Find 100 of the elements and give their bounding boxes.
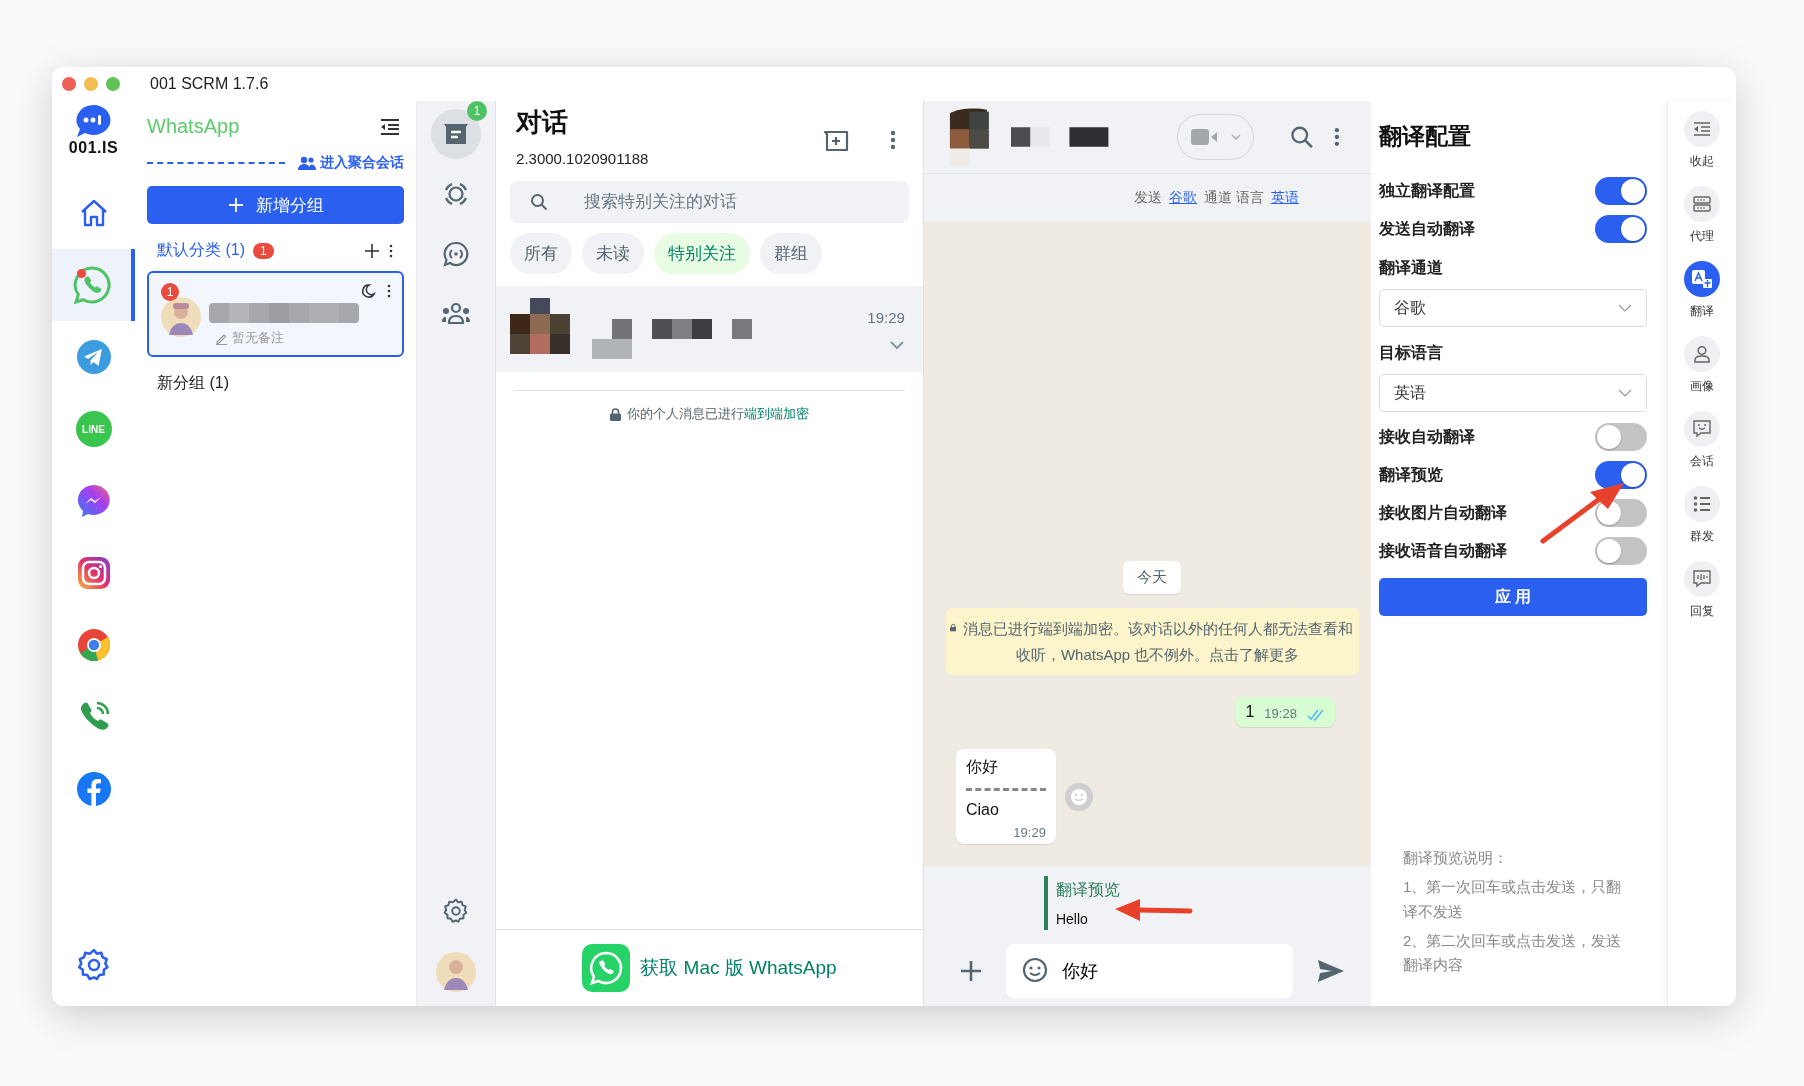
setting-label: 目标语言 (1378, 343, 1444, 363)
letter-f-icon (75, 771, 112, 807)
collapse-menu-icon[interactable] (380, 117, 401, 136)
toggle-switch[interactable] (1595, 423, 1648, 451)
contact-card[interactable]: 1 暂无备注 (147, 271, 405, 357)
plus-icon[interactable] (959, 960, 982, 982)
new-chat-icon[interactable] (822, 129, 849, 153)
side-tool[interactable]: 翻译 (1684, 261, 1721, 320)
paper-plane-icon (75, 339, 112, 375)
channels-icon (442, 240, 471, 268)
system-message-text: 消息已进行端到端加密。该对话以外的任何人都无法查看和收听，WhatsApp 也不例外。点击了解更多 (961, 619, 1354, 665)
language-link[interactable]: 英语 (1270, 189, 1299, 207)
video-camera-icon (1190, 128, 1219, 146)
side-tool[interactable]: 画像 (1684, 336, 1721, 395)
system-message[interactable]: 消息已进行端到端加密。该对话以外的任何人都无法查看和收听，WhatsApp 也不例外。点击了解更多 (945, 608, 1359, 675)
message-text: 你好 (965, 757, 999, 777)
lock-icon (949, 621, 957, 634)
side-tool[interactable]: 收起 (1684, 111, 1721, 170)
window-title: 001 SCRM 1.7.6 (150, 75, 269, 93)
encryption-note: 你的个人消息已进行 (627, 405, 744, 423)
toggle-switch[interactable] (1595, 215, 1648, 243)
setting-label: 翻译预览 (1378, 464, 1443, 485)
bar-label: 通道 语言 (1204, 189, 1264, 207)
camera-icon (75, 555, 112, 591)
plus-icon[interactable] (364, 242, 381, 259)
message-time: 19:29 (1013, 825, 1046, 840)
more-icon[interactable] (1333, 126, 1341, 148)
chevron-down-icon (1618, 304, 1633, 312)
search-icon (530, 193, 549, 211)
encryption-link[interactable]: 端到端加密 (744, 405, 809, 423)
chats-icon (443, 122, 470, 146)
panel-title: WhatsApp (147, 115, 240, 138)
date-chip: 今天 (1123, 561, 1182, 594)
caret-icon (1230, 134, 1241, 140)
chevron-down-icon (1618, 389, 1633, 397)
panel-title: 翻译配置 (1378, 122, 1472, 151)
toggle-switch[interactable] (1595, 461, 1648, 489)
setting-label: 接收语音自动翻译 (1378, 540, 1507, 561)
side-tool[interactable]: 代理 (1684, 186, 1721, 245)
settings-icon[interactable] (443, 898, 470, 924)
preview-label: 翻译预览 (1055, 879, 1120, 900)
dropdown[interactable]: 英语 (1378, 374, 1648, 412)
apply-button[interactable]: 应 用 (1378, 578, 1648, 616)
add-group-button[interactable]: 新增分组 (147, 186, 405, 224)
lightning-bubble-icon (75, 483, 112, 519)
communities-icon (441, 302, 472, 326)
setting-label: 接收图片自动翻译 (1378, 502, 1507, 523)
help-text: 翻译预览说明： (1402, 848, 1509, 869)
more-icon[interactable] (888, 129, 897, 151)
preview-text: Hello (1055, 910, 1089, 927)
more-icon[interactable] (386, 283, 393, 299)
group-name[interactable]: 新分组 (1) (157, 373, 229, 394)
logo-text: 001.IS (68, 139, 119, 157)
chat-time: 19:29 (867, 308, 905, 326)
filter-chip[interactable]: 特别关注 (654, 233, 751, 274)
filter-chip[interactable]: 所有 (510, 233, 573, 274)
aggregate-chat-link[interactable]: 进入聚合会话 (297, 154, 405, 172)
message-time: 19:28 (1264, 706, 1297, 721)
help-text: 2、第二次回车或点击发送，发送翻译内容 (1402, 930, 1623, 976)
message-text: 1 (1245, 703, 1255, 721)
people-icon (297, 155, 318, 171)
side-tool[interactable]: 回复 (1684, 561, 1721, 620)
app-tab[interactable] (52, 249, 135, 321)
setting-label: 发送自动翻译 (1378, 218, 1475, 239)
unread-badge: 1 (161, 283, 179, 301)
group-name[interactable]: 默认分类 (1) (157, 240, 245, 261)
settings-icon[interactable] (76, 948, 111, 982)
toggle-switch[interactable] (1595, 177, 1648, 205)
panel-title: 对话 (516, 106, 570, 139)
message-field[interactable]: 你好 (1005, 944, 1293, 998)
side-tool[interactable]: 群发 (1684, 486, 1721, 545)
setting-label: 独立翻译配置 (1378, 180, 1475, 201)
sticker-icon[interactable] (1021, 957, 1048, 983)
setting-label: 翻译通道 (1378, 258, 1444, 278)
moon-icon[interactable] (360, 283, 377, 299)
more-icon[interactable] (388, 242, 395, 259)
filter-chip[interactable]: 群组 (760, 233, 823, 274)
speech-bubble-icon: LINE (75, 411, 112, 447)
get-app-link[interactable]: 获取 Mac 版 WhatsApp (640, 955, 837, 981)
help-text: 1、第一次回车或点击发送，只翻译不发送 (1402, 877, 1623, 922)
toggle-switch[interactable] (1595, 537, 1648, 565)
bar-label: 发送 (1134, 189, 1162, 207)
version-text: 2.3000.1020901188 (516, 150, 650, 167)
lock-icon (610, 407, 621, 421)
setting-label: 接收自动翻译 (1378, 426, 1475, 447)
chevron-down-icon[interactable] (888, 339, 905, 350)
send-icon[interactable] (1316, 959, 1345, 983)
filter-chip[interactable]: 未读 (582, 233, 645, 274)
translation-text: Ciao (965, 801, 1000, 819)
toggle-switch[interactable] (1595, 499, 1648, 527)
search-field[interactable]: 搜索特别关注的对话 (510, 181, 909, 223)
side-tool[interactable]: 会话 (1684, 411, 1721, 470)
plus-icon (227, 197, 244, 213)
dropdown[interactable]: 谷歌 (1378, 289, 1648, 327)
unread-badge: 1 (253, 242, 274, 259)
close-button[interactable] (62, 77, 76, 91)
unread-badge: 1 (467, 101, 488, 121)
chat-row[interactable]: 19:29 (496, 286, 923, 372)
channel-link[interactable]: 谷歌 (1169, 189, 1197, 207)
search-icon[interactable] (1289, 125, 1314, 149)
